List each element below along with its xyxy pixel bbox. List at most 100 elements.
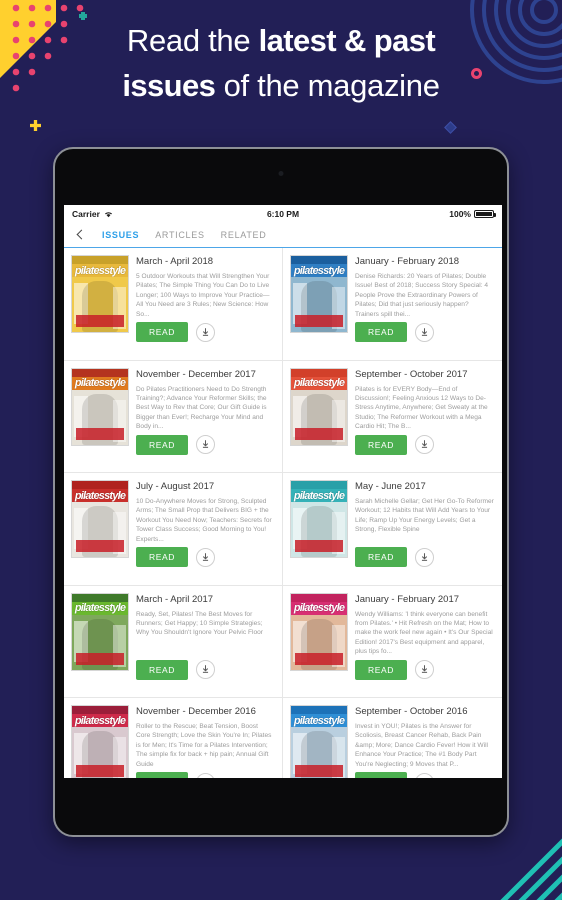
- cover-artwork: [291, 614, 347, 670]
- download-icon[interactable]: [415, 660, 435, 679]
- download-icon[interactable]: [415, 322, 435, 342]
- issue-description: 10 Do-Anywhere Moves for Strong, Sculpte…: [136, 498, 272, 543]
- magazine-cover-thumbnail[interactable]: pilatesstyle: [290, 705, 348, 778]
- download-icon[interactable]: [196, 435, 216, 454]
- issue-description: Invest in YOU!; Pilates is the Answer fo…: [355, 723, 489, 768]
- issue-info: March - April 2017 Ready, Set, Pilates! T…: [136, 593, 274, 691]
- issue-title: September - October 2017: [355, 368, 468, 380]
- issue-card[interactable]: pilatesstyle September - October 2016 Inve…: [283, 698, 502, 778]
- issue-card[interactable]: pilatesstyle September - October 2017 Pila…: [283, 361, 502, 473]
- cover-bottom-strap: [76, 540, 124, 552]
- cover-artwork: [72, 277, 128, 332]
- tablet-device: Carrier 6:10 PM 100% ISSUES ARTICLES REL…: [53, 147, 509, 837]
- read-button[interactable]: READ: [355, 322, 408, 342]
- issue-info: November - December 2016 Roller to the Re…: [136, 705, 274, 778]
- issue-description: Denise Richards: 20 Years of Pilates; Do…: [355, 273, 489, 318]
- issue-info: May - June 2017 Sarah Michelle Gellar; Ge…: [355, 480, 494, 578]
- cover-bottom-strap: [76, 427, 124, 440]
- download-icon[interactable]: [415, 435, 435, 454]
- issue-actions: READ: [355, 434, 494, 455]
- tab-related[interactable]: RELATED: [221, 230, 267, 240]
- issue-card[interactable]: pilatesstyle January - February 2017 Wendy…: [283, 586, 502, 698]
- headline-bold-2: issues: [122, 68, 216, 103]
- issue-card[interactable]: pilatesstyle November - December 2017 Do P…: [64, 360, 283, 473]
- magazine-cover-thumbnail[interactable]: pilatesstyle: [290, 367, 348, 446]
- front-camera-icon: [278, 171, 284, 176]
- cover-bottom-strap: [295, 652, 343, 665]
- download-icon[interactable]: [196, 322, 216, 342]
- headline-light-1: Read the: [126, 23, 259, 58]
- cover-logo: pilatesstyle: [72, 264, 128, 277]
- magazine-cover-thumbnail[interactable]: pilatesstyle: [71, 480, 129, 558]
- battery-full-icon: [474, 209, 496, 218]
- cover-top-banner: [72, 256, 128, 264]
- cover-artwork: [72, 614, 128, 670]
- magazine-cover-thumbnail[interactable]: pilatesstyle: [71, 255, 129, 333]
- issue-card[interactable]: pilatesstyle November - December 2016 Roll…: [64, 698, 283, 778]
- read-button[interactable]: READ: [136, 772, 189, 778]
- download-icon[interactable]: [196, 660, 216, 679]
- read-button[interactable]: READ: [355, 659, 408, 680]
- issue-card[interactable]: pilatesstyle January - February 2018 Denis…: [283, 248, 502, 361]
- issue-actions: READ: [355, 547, 494, 567]
- headline-line-2: issues of the magazine: [0, 63, 562, 108]
- cover-logo: pilatesstyle: [72, 489, 128, 502]
- cover-logo: pilatesstyle: [72, 601, 128, 615]
- cover-bottom-strap: [76, 765, 124, 777]
- magazine-cover-thumbnail[interactable]: pilatesstyle: [290, 592, 348, 671]
- issue-card[interactable]: pilatesstyle May - June 2017 Sarah Michell…: [283, 473, 502, 586]
- cover-artwork: [72, 727, 128, 778]
- issue-info: March - April 2018 5 Outdoor Workouts tha…: [136, 255, 274, 353]
- issue-title: July - August 2017: [136, 481, 215, 492]
- issue-title: May - June 2017: [355, 481, 426, 492]
- promo-screenshot: Read the latest & past issues of the mag…: [0, 0, 562, 900]
- issue-actions: READ: [136, 434, 274, 455]
- page-title: Read the latest & past issues of the mag…: [0, 18, 562, 108]
- read-button[interactable]: READ: [136, 659, 189, 680]
- read-button[interactable]: READ: [136, 322, 189, 342]
- download-icon[interactable]: [196, 772, 216, 778]
- tab-bar: ISSUES ARTICLES RELATED: [64, 222, 502, 248]
- issue-card[interactable]: pilatesstyle March - April 2017 Ready, Set…: [64, 585, 283, 698]
- issue-card[interactable]: pilatesstyle July - August 2017 10 Do-Anyw…: [64, 473, 283, 586]
- cover-logo: pilatesstyle: [291, 264, 347, 277]
- cover-artwork: [291, 727, 347, 778]
- cover-top-banner: [72, 706, 128, 714]
- issue-actions: READ: [355, 772, 494, 778]
- magazine-cover-thumbnail[interactable]: pilatesstyle: [71, 592, 129, 671]
- issues-grid: pilatesstyle March - April 2018 5 Outdoor …: [64, 248, 502, 778]
- issue-title: November - December 2017: [136, 368, 256, 380]
- issue-description: Do Pilates Practitioners Need to Do Stre…: [136, 385, 267, 431]
- cover-top-banner: [291, 368, 347, 377]
- tab-articles[interactable]: ARTICLES: [155, 230, 204, 240]
- issue-actions: READ: [355, 659, 494, 680]
- issue-card[interactable]: pilatesstyle March - April 2018 5 Outdoor …: [64, 248, 283, 361]
- cover-logo: pilatesstyle: [72, 714, 128, 727]
- download-icon[interactable]: [415, 772, 435, 778]
- read-button[interactable]: READ: [136, 434, 189, 455]
- magazine-cover-thumbnail[interactable]: pilatesstyle: [71, 705, 129, 778]
- issue-info: January - February 2017 Wendy Williams: '…: [355, 593, 494, 691]
- cover-top-banner: [72, 593, 128, 602]
- cover-bottom-strap: [76, 315, 124, 327]
- cover-artwork: [291, 502, 347, 557]
- download-icon[interactable]: [196, 547, 216, 567]
- read-button[interactable]: READ: [355, 434, 408, 455]
- cover-top-banner: [291, 256, 347, 264]
- issue-description: Roller to the Rescue; Beat Tension, Boos…: [136, 723, 272, 768]
- cover-top-banner: [291, 706, 347, 714]
- magazine-cover-thumbnail[interactable]: pilatesstyle: [290, 255, 348, 333]
- issue-actions: READ: [136, 659, 274, 680]
- read-button[interactable]: READ: [355, 772, 408, 778]
- magazine-cover-thumbnail[interactable]: pilatesstyle: [71, 367, 129, 446]
- tab-issues[interactable]: ISSUES: [102, 230, 139, 240]
- magazine-cover-thumbnail[interactable]: pilatesstyle: [290, 480, 348, 558]
- headline-bold-1: latest & past: [258, 23, 436, 58]
- tablet-screen: Carrier 6:10 PM 100% ISSUES ARTICLES REL…: [64, 205, 502, 778]
- read-button[interactable]: READ: [355, 547, 408, 567]
- cover-bottom-strap: [76, 652, 124, 665]
- read-button[interactable]: READ: [136, 547, 189, 567]
- wifi-icon: [104, 210, 113, 218]
- download-icon[interactable]: [415, 547, 435, 567]
- back-chevron-icon[interactable]: [74, 229, 86, 241]
